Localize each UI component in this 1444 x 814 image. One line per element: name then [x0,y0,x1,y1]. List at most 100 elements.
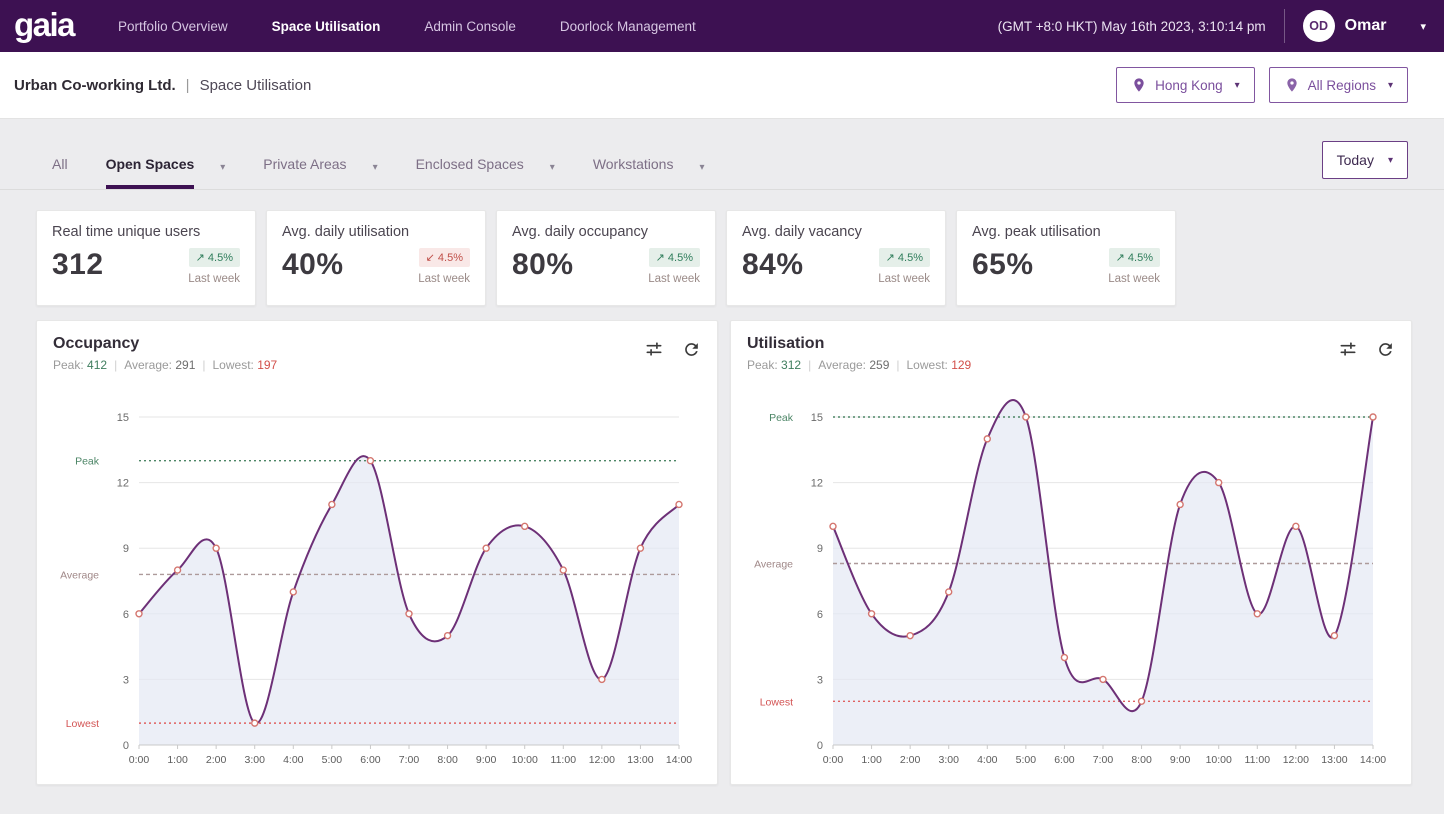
region-select-button[interactable]: All Regions ▾ [1269,67,1408,103]
breadcrumb-separator: | [186,77,190,94]
location-select-button[interactable]: Hong Kong ▾ [1116,67,1255,103]
kpi-caption: Last week [1108,273,1160,285]
kpi-title: Avg. daily occupancy [512,224,700,240]
chart-stats: Peak: 312|Average: 259|Lowest: 129 [747,358,971,372]
nav-item-admin-console[interactable]: Admin Console [424,19,516,34]
stat-label-average: Average: [124,358,172,372]
svg-text:14:00: 14:00 [1360,754,1386,766]
tab-private-areas[interactable]: Private Areas▾ [263,156,377,189]
stat-separator: | [896,358,899,372]
top-navbar: gaia Portfolio Overview Space Utilisation… [0,0,1444,52]
stat-value-peak: 412 [87,358,107,372]
kpi-value: 80% [512,248,574,282]
chart-filter-sliders-icon[interactable] [1338,339,1358,359]
svg-text:15: 15 [811,412,823,424]
stat-separator: | [808,358,811,372]
svg-text:7:00: 7:00 [1093,754,1114,766]
tab-open-spaces[interactable]: Open Spaces▾ [106,156,226,189]
kpi-title: Real time unique users [52,224,240,240]
kpi-value: 65% [972,248,1034,282]
svg-text:9: 9 [817,543,823,555]
region-select-label: All Regions [1308,78,1376,93]
reference-label-peak: Peak [769,412,794,424]
kpi-card-avg-peak-utilisation: Avg. peak utilisation65%↗ 4.5%Last week [956,210,1176,306]
svg-text:12:00: 12:00 [1283,754,1309,766]
tab-all[interactable]: All [52,156,68,189]
svg-text:9:00: 9:00 [1170,754,1191,766]
kpi-caption: Last week [188,273,240,285]
date-range-chevron-down-icon: ▾ [1388,155,1393,166]
location-select-label: Hong Kong [1155,78,1223,93]
svg-text:8:00: 8:00 [1131,754,1152,766]
kpi-title: Avg. daily utilisation [282,224,470,240]
svg-text:11:00: 11:00 [1245,754,1271,766]
svg-text:14:00: 14:00 [666,754,692,766]
chart-refresh-icon[interactable] [682,340,701,359]
kpi-row: Real time unique users 312 ↗ 4.5% Last week… [0,190,1444,306]
nav-item-doorlock-management[interactable]: Doorlock Management [560,19,696,34]
region-chevron-down-icon: ▾ [1388,80,1393,91]
chart-refresh-icon[interactable] [1376,340,1395,359]
location-chevron-down-icon: ▾ [1235,80,1240,91]
stat-separator: | [114,358,117,372]
tab-chevron-down-icon[interactable]: ▾ [220,162,225,173]
kpi-delta-badge-arrow-down-left-icon: ↙ 4.5% [419,248,470,267]
reference-label-lowest: Lowest [66,718,99,730]
reference-label-lowest: Lowest [760,696,793,708]
user-menu-chevron-down-icon[interactable]: ▾ [1420,20,1426,33]
tab-enclosed-spaces[interactable]: Enclosed Spaces▾ [416,156,555,189]
svg-text:6:00: 6:00 [1054,754,1075,766]
svg-text:9: 9 [123,543,129,555]
chart-stats: Peak: 412|Average: 291|Lowest: 197 [53,358,277,372]
kpi-delta-badge-arrow-up-right-icon: ↗ 4.5% [879,248,930,267]
tab-chevron-down-icon[interactable]: ▾ [550,162,555,173]
main-nav: Portfolio Overview Space Utilisation Admin… [118,19,696,34]
kpi-value: 312 [52,248,104,282]
nav-item-space-utilisation[interactable]: Space Utilisation [272,19,381,34]
stat-separator: | [202,358,205,372]
svg-text:0:00: 0:00 [129,754,150,766]
tab-chevron-down-icon[interactable]: ▾ [373,162,378,173]
svg-text:13:00: 13:00 [1321,754,1347,766]
stat-label-average: Average: [818,358,866,372]
location-pin-icon [1284,77,1300,93]
chart-title: Occupancy [53,335,277,353]
space-type-tabs: All Open Spaces▾ Private Areas▾ Enclosed Sp… [52,156,705,189]
avatar[interactable]: OD [1303,10,1335,42]
kpi-caption: Last week [418,273,470,285]
svg-text:12:00: 12:00 [589,754,615,766]
kpi-card-avg-daily-occupancy: Avg. daily occupancy80%↗ 4.5%Last week [496,210,716,306]
svg-text:6:00: 6:00 [360,754,381,766]
svg-text:3:00: 3:00 [938,754,959,766]
tab-chevron-down-icon[interactable]: ▾ [699,162,704,173]
svg-text:6: 6 [817,609,823,621]
kpi-caption: Last week [878,273,930,285]
stat-value-lowest: 129 [951,358,971,372]
company-name: Urban Co-working Ltd. [14,77,176,94]
chart-card-utilisation: UtilisationPeak: 312|Average: 259|Lowest… [730,320,1412,785]
svg-text:15: 15 [117,412,129,424]
chart-plot-utilisation: 03691215PeakAverageLowest0:001:002:003:0… [747,387,1395,779]
date-range-button[interactable]: Today ▾ [1322,141,1408,179]
svg-text:0: 0 [123,740,129,752]
chart-filter-sliders-icon[interactable] [644,339,664,359]
stat-label-lowest: Lowest: [907,358,948,372]
kpi-card-avg-daily-utilisation: Avg. daily utilisation40%↙ 4.5%Last week [266,210,486,306]
kpi-value: 84% [742,248,804,282]
tab-label: All [52,156,68,189]
gaia-logo: gaia [14,8,74,41]
kpi-delta-badge-arrow-up-right-icon: ↗ 4.5% [189,248,240,267]
stat-value-lowest: 197 [257,358,277,372]
tab-workstations[interactable]: Workstations▾ [593,156,705,189]
page-header: Urban Co-working Ltd. | Space Utilisatio… [0,52,1444,119]
svg-text:2:00: 2:00 [900,754,921,766]
svg-text:1:00: 1:00 [167,754,188,766]
stat-label-lowest: Lowest: [213,358,254,372]
charts-row: OccupancyPeak: 412|Average: 291|Lowest: … [0,306,1444,785]
nav-item-portfolio-overview[interactable]: Portfolio Overview [118,19,228,34]
kpi-card-real-time-unique-users: Real time unique users 312 ↗ 4.5% Last week [36,210,256,306]
chart-card-occupancy: OccupancyPeak: 412|Average: 291|Lowest: … [36,320,718,785]
svg-text:10:00: 10:00 [1206,754,1232,766]
svg-text:0: 0 [817,740,823,752]
svg-text:0:00: 0:00 [823,754,844,766]
